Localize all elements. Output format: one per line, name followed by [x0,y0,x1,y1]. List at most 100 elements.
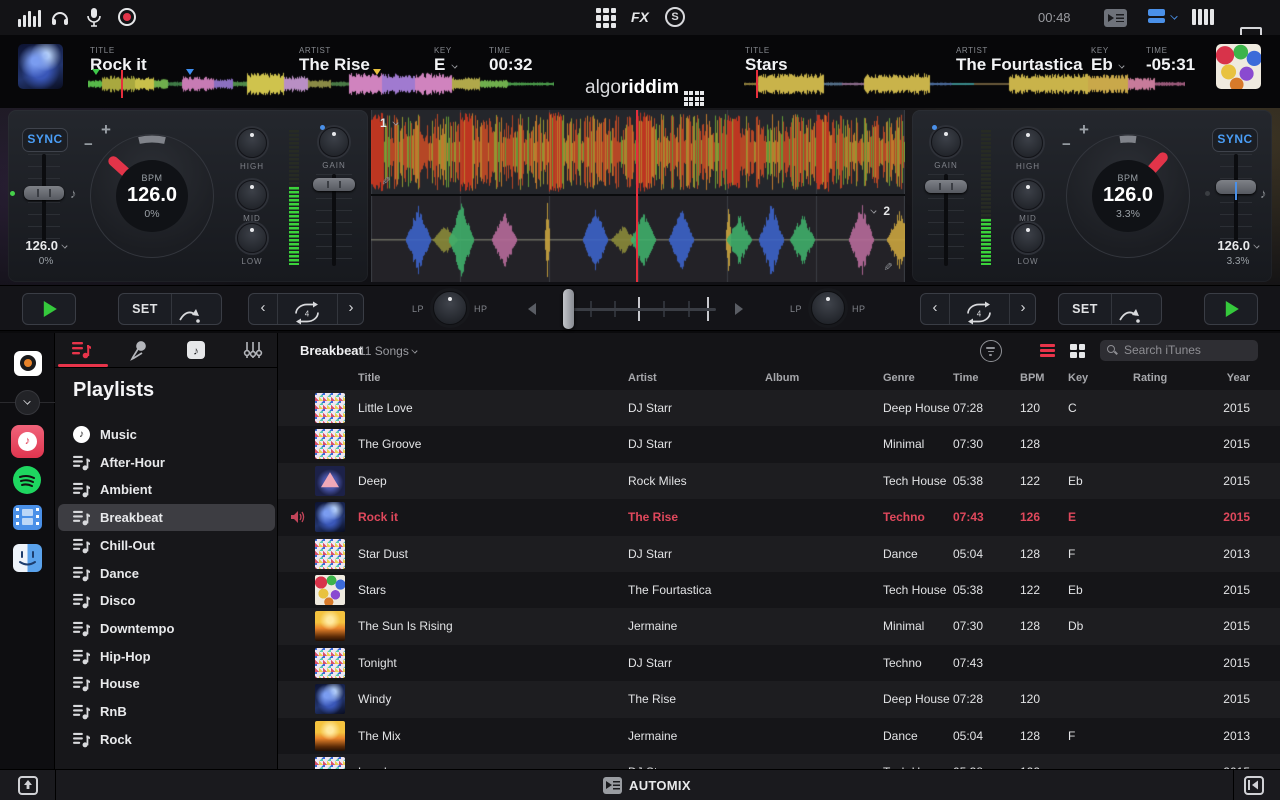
playlist-item-disco[interactable]: Disco [58,587,275,614]
deck-b-jump-cue-icon[interactable] [1117,300,1143,330]
deck-b-sync-button[interactable]: SYNC [1212,128,1258,152]
cue-marker-blue[interactable] [186,69,194,75]
equalizer-icon[interactable] [18,9,43,27]
playlist-item-chill-out[interactable]: Chill-Out [58,532,275,559]
deck-a-filter-knob[interactable] [433,291,467,325]
filter-icon[interactable] [980,340,1002,362]
playlist-item-breakbeat[interactable]: Breakbeat [58,504,275,531]
deck-layout-button[interactable] [1148,9,1165,23]
deck-a-overview-waveform[interactable] [88,70,554,98]
deck-a-volume-fader-handle[interactable] [313,178,355,191]
fx-button[interactable]: FX [631,9,649,25]
list-view-icon[interactable] [1040,344,1055,360]
crossfader-track[interactable] [566,308,716,311]
col-year[interactable]: Year [1213,372,1250,384]
table-row[interactable]: Levels DJ Starr Tech House 05:38 122 201… [278,754,1280,769]
loop-button[interactable]: 4 [291,298,323,328]
deck-a-eq-mid-knob[interactable] [237,180,267,210]
table-row[interactable]: Windy The Rise Deep House 07:28 120 2015 [278,681,1280,717]
deck-b-tempo-fader-track[interactable] [1234,154,1238,250]
deck-b-main-waveform[interactable] [371,196,905,282]
finder-source-button[interactable] [13,544,42,572]
playlist-item-ambient[interactable]: Ambient [58,476,275,503]
playlist-item-after-hour[interactable]: After-Hour [58,449,275,476]
collapse-library-button[interactable] [1244,776,1264,795]
loop-button[interactable]: 4 [963,298,995,328]
tab-mixer-icon[interactable] [243,340,263,360]
col-rating[interactable]: Rating [1133,372,1167,384]
video-library-button[interactable] [13,505,42,530]
crossfader-handle[interactable] [563,289,574,329]
deck-b-eq-high-knob[interactable] [1013,128,1043,158]
table-row[interactable]: Deep Rock Miles Tech House 05:38 122 Eb … [278,463,1280,499]
layout-chevron-icon[interactable] [1170,12,1177,19]
itunes-source-button[interactable]: ♪ [11,425,44,458]
playlist-item-house[interactable]: House [58,670,275,697]
col-title[interactable]: Title [358,372,380,384]
deck-b-tempo-fader-handle[interactable] [1216,180,1256,194]
tab-songs-icon[interactable]: ♪ [186,340,206,360]
col-time[interactable]: Time [953,372,978,384]
col-key[interactable]: Key [1068,372,1088,384]
col-bpm[interactable]: BPM [1020,372,1044,384]
deck-a-jump-cue-icon[interactable] [177,300,203,330]
deck-a-eq-high-knob[interactable] [237,128,267,158]
spotify-source-button[interactable] [13,466,41,494]
automix-button[interactable]: AUTOMIX [629,778,691,793]
deck-1-label[interactable]: 1 [380,116,398,130]
sampler-icon[interactable]: S [665,7,685,27]
table-row[interactable]: Stars The Fourtastica Tech House 05:38 1… [278,572,1280,608]
loop-double-button[interactable]: › [1009,294,1037,324]
deck-b-eq-low-knob[interactable] [1013,223,1043,253]
deck-a-main-waveform[interactable] [371,110,905,194]
deck-a-jog-dial[interactable]: BPM126.00% [90,134,214,258]
playlist-item-music[interactable]: ♪ Music [58,421,275,448]
deck-b-volume-fader-handle[interactable] [925,180,967,193]
song-count[interactable]: 11 Songs [359,344,417,358]
deck-a-eq-low-knob[interactable] [237,223,267,253]
playlist-item-hip-hop[interactable]: Hip-Hop [58,643,275,670]
microphone-icon[interactable] [86,7,102,28]
deck-a-sync-button[interactable]: SYNC [22,128,68,152]
deck-b-beatgrid-edit-icon[interactable]: ✎ [881,262,894,271]
loop-halve-button[interactable]: ‹ [249,294,277,324]
deck-b-jog-dial[interactable]: BPM126.03.3% [1066,134,1190,258]
playlist-item-rnb[interactable]: RnB [58,698,275,725]
loop-double-button[interactable]: › [337,294,365,324]
deck-a-play-button[interactable] [22,293,76,325]
deck-a-tempo-fader-track[interactable] [42,154,46,250]
table-row[interactable]: Tonight DJ Starr Techno 07:43 2015 [278,645,1280,681]
eject-button[interactable] [18,776,38,795]
col-genre[interactable]: Genre [883,372,915,384]
table-row[interactable]: The Mix Jermaine Dance 05:04 128 F 2013 [278,718,1280,754]
playlist-item-rock[interactable]: Rock [58,726,275,753]
sidebar-collapse-button[interactable] [15,390,40,415]
col-artist[interactable]: Artist [628,372,657,384]
crossfader-left-arrow[interactable] [528,303,536,315]
deck-b-tempo-value[interactable]: 126.0 [1206,238,1270,253]
deck-b-set-cue-button[interactable]: SET [1059,294,1111,324]
deck-b-overview-waveform[interactable] [744,70,1185,98]
deck-a-tempo-value[interactable]: 126.0 [14,238,78,253]
col-album[interactable]: Album [765,372,799,384]
deck-b-keylock-icon[interactable]: ♪ [1260,186,1267,201]
grid-view-icon[interactable] [1070,344,1085,358]
automix-queue-icon[interactable] [1104,9,1127,27]
table-row[interactable]: The Groove DJ Starr Minimal 07:30 128 20… [278,426,1280,462]
loop-halve-button[interactable]: ‹ [921,294,949,324]
cue-marker-yellow[interactable] [373,69,381,75]
deck-b-play-button[interactable] [1204,293,1258,325]
video-projector-icon[interactable] [14,351,42,376]
search-input[interactable]: Search iTunes [1100,340,1258,361]
deck-b-gain-knob[interactable] [931,127,961,157]
tab-microphone-icon[interactable] [130,340,147,361]
deck-b-filter-knob[interactable] [811,291,845,325]
table-row[interactable]: Rock it The Rise Techno 07:43 126 E 2015 [278,499,1280,535]
playlist-item-downtempo[interactable]: Downtempo [58,615,275,642]
tab-playlists-icon[interactable] [72,341,91,359]
app-grid-icon[interactable] [596,8,616,28]
record-icon[interactable] [118,8,136,26]
table-row[interactable]: Little Love DJ Starr Deep House 07:28 12… [278,390,1280,426]
deck-b-eq-mid-knob[interactable] [1013,180,1043,210]
headphones-icon[interactable] [50,7,70,27]
